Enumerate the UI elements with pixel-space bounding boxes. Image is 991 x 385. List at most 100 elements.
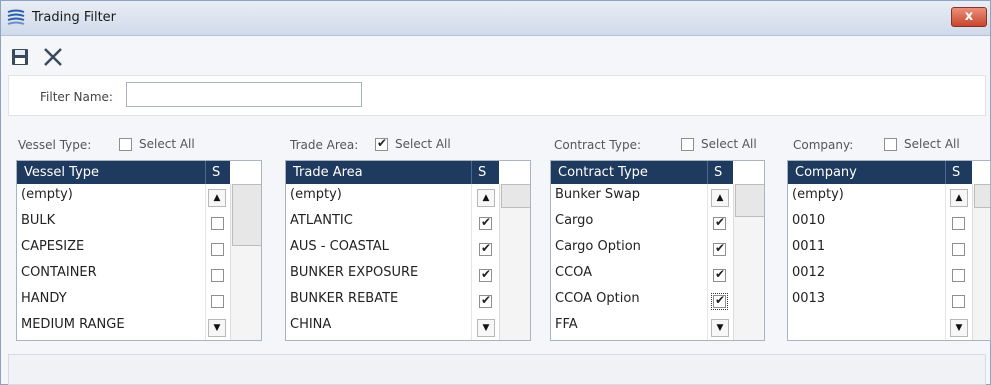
scroll-up-icon[interactable]: ▲ (477, 189, 495, 207)
row-checkbox[interactable] (211, 217, 224, 230)
row-checkbox[interactable] (952, 243, 965, 256)
vertical-scrollbar[interactable] (733, 184, 764, 340)
grid-row[interactable]: BULK (17, 210, 230, 236)
row-checkbox[interactable] (713, 241, 726, 256)
close-window-button[interactable]: x (951, 7, 987, 27)
grid-row[interactable]: (empty) (788, 184, 972, 210)
select-all-box[interactable] (375, 136, 388, 151)
column-header[interactable]: Company (795, 165, 857, 180)
vertical-scrollbar[interactable] (972, 184, 990, 340)
select-column-header[interactable]: S (952, 165, 960, 180)
filter-name-panel: Filter Name: (8, 75, 986, 116)
row-checkbox[interactable] (479, 293, 492, 308)
row-label: CAPESIZE (21, 239, 85, 254)
grid-row[interactable]: CAPESIZE (17, 236, 230, 262)
column-header[interactable]: Vessel Type (24, 165, 99, 180)
select-all-label: Select All (701, 137, 757, 151)
grid-row[interactable]: 0012 (788, 262, 972, 288)
row-label: FFA (555, 317, 578, 332)
grid-row[interactable] (788, 314, 972, 340)
row-label: ATLANTIC (290, 213, 353, 228)
grid-row[interactable]: CONTAINER (17, 262, 230, 288)
row-label: BULK (21, 213, 56, 228)
vertical-scrollbar[interactable] (230, 184, 261, 340)
row-label: Bunker Swap (555, 187, 641, 202)
grid-row[interactable]: Cargo Option (551, 236, 733, 262)
grid-header: Trade Area S (286, 161, 499, 184)
scroll-down-icon[interactable]: ▼ (208, 319, 226, 337)
scroll-up-icon[interactable]: ▲ (711, 189, 729, 207)
section-label: Company: (793, 138, 854, 152)
row-checkbox[interactable] (713, 215, 726, 230)
filter-grid: Trade Area S (empty) ATLANTIC AUS - COASTAL B… (285, 160, 531, 341)
scroll-thumb[interactable] (232, 184, 261, 246)
row-label: HANDY (21, 291, 67, 306)
section-label: Trade Area: (290, 138, 359, 152)
grid-row[interactable]: (empty) (286, 184, 499, 210)
row-checkbox[interactable] (952, 269, 965, 282)
row-checkbox[interactable] (952, 295, 965, 308)
select-all-box[interactable] (681, 138, 694, 151)
grid-row[interactable]: HANDY (17, 288, 230, 314)
grid-row[interactable]: CCOA (551, 262, 733, 288)
row-checkbox[interactable] (479, 215, 492, 230)
grid-header: Company S (788, 161, 972, 184)
row-checkbox[interactable] (479, 267, 492, 282)
scroll-down-icon[interactable]: ▼ (477, 319, 495, 337)
grid-row[interactable]: 0010 (788, 210, 972, 236)
grid-row[interactable]: Bunker Swap (551, 184, 733, 210)
row-label: CHINA (290, 317, 332, 332)
grid-row[interactable]: ATLANTIC (286, 210, 499, 236)
row-checkbox[interactable] (211, 269, 224, 282)
vertical-scrollbar[interactable] (499, 184, 530, 340)
select-column-header[interactable]: S (714, 165, 722, 180)
scroll-thumb[interactable] (735, 184, 764, 217)
select-all-box[interactable] (119, 138, 132, 151)
trading-filter-window: Trading Filter x Filter Name: Vessel Typ… (0, 0, 991, 385)
row-checkbox[interactable] (952, 217, 965, 230)
close-icon[interactable] (42, 46, 64, 68)
column-header[interactable]: Trade Area (293, 165, 363, 180)
grid-row[interactable]: BUNKER EXPOSURE (286, 262, 499, 288)
filter-name-input[interactable] (126, 82, 362, 107)
grid-row[interactable]: 0013 (788, 288, 972, 314)
row-label: MEDIUM RANGE (21, 317, 125, 332)
grid-row[interactable]: MEDIUM RANGE (17, 314, 230, 340)
grid-row[interactable]: FFA (551, 314, 733, 340)
column-header[interactable]: Contract Type (558, 165, 648, 180)
row-label: CONTAINER (21, 265, 97, 280)
grid-row[interactable]: AUS - COASTAL (286, 236, 499, 262)
section-label: Vessel Type: (18, 138, 92, 152)
header-separator (707, 161, 708, 184)
close-window-label: x (964, 9, 974, 24)
window-title: Trading Filter (32, 10, 117, 25)
row-label: 0012 (792, 265, 826, 280)
row-label: BUNKER EXPOSURE (290, 265, 419, 280)
row-checkbox[interactable] (211, 295, 224, 308)
grid-row[interactable]: CCOA Option (551, 288, 733, 314)
row-label: (empty) (290, 187, 342, 202)
save-icon[interactable] (11, 48, 29, 66)
select-column-header[interactable]: S (478, 165, 486, 180)
select-all-box[interactable] (884, 138, 897, 151)
row-checkbox[interactable] (479, 241, 492, 256)
header-separator (945, 161, 946, 184)
scroll-thumb[interactable] (974, 184, 990, 208)
scroll-up-icon[interactable]: ▲ (950, 189, 968, 207)
grid-row[interactable]: BUNKER REBATE (286, 288, 499, 314)
scroll-down-icon[interactable]: ▼ (950, 319, 968, 337)
grid-row[interactable]: CHINA (286, 314, 499, 340)
scroll-down-icon[interactable]: ▼ (711, 319, 729, 337)
select-column-header[interactable]: S (212, 165, 220, 180)
grid-header: Vessel Type S (17, 161, 230, 184)
scroll-up-icon[interactable]: ▲ (208, 189, 226, 207)
grid-row[interactable]: 0011 (788, 236, 972, 262)
row-checkbox[interactable] (711, 293, 728, 310)
row-checkbox[interactable] (211, 243, 224, 256)
row-checkbox[interactable] (713, 267, 726, 282)
select-all-label: Select All (904, 137, 960, 151)
grid-row[interactable]: Cargo (551, 210, 733, 236)
scroll-thumb[interactable] (501, 184, 530, 208)
filter-grid: Contract Type S Bunker Swap Cargo Cargo Opti… (550, 160, 765, 341)
grid-row[interactable]: (empty) (17, 184, 230, 210)
